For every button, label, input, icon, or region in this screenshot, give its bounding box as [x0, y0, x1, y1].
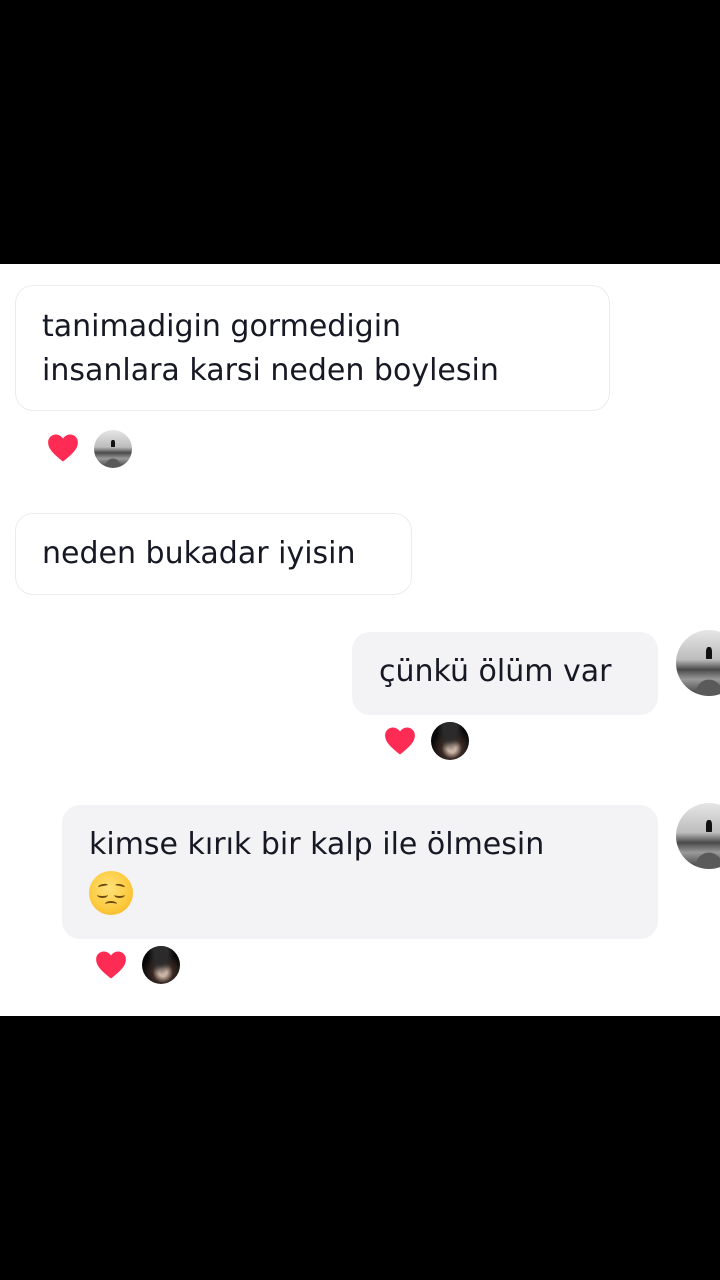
sender-avatar[interactable]	[676, 630, 720, 696]
heart-icon[interactable]	[94, 948, 128, 982]
sender-avatar[interactable]	[676, 803, 720, 869]
message-text: kimse kırık bir kalp ile ölmesin	[89, 827, 545, 862]
message-text: çünkü ölüm var	[379, 654, 612, 689]
outgoing-message[interactable]: kimse kırık bir kalp ile ölmesin	[62, 805, 658, 939]
heart-icon[interactable]	[46, 431, 80, 465]
outgoing-message[interactable]: çünkü ölüm var	[352, 632, 658, 715]
incoming-message[interactable]: neden bukadar iyisin	[15, 513, 412, 595]
incoming-message[interactable]: tanimadigin gormedigin insanlara karsi n…	[15, 285, 610, 411]
message-text: tanimadigin gormedigin insanlara karsi n…	[42, 309, 499, 388]
reaction-avatar[interactable]	[431, 722, 469, 760]
heart-icon[interactable]	[383, 724, 417, 758]
pensive-face-emoji	[89, 871, 133, 915]
reaction-avatar[interactable]	[94, 430, 132, 468]
reaction-avatar[interactable]	[142, 946, 180, 984]
message-text: neden bukadar iyisin	[42, 536, 356, 571]
chat-panel: tanimadigin gormedigin insanlara karsi n…	[0, 264, 720, 1016]
